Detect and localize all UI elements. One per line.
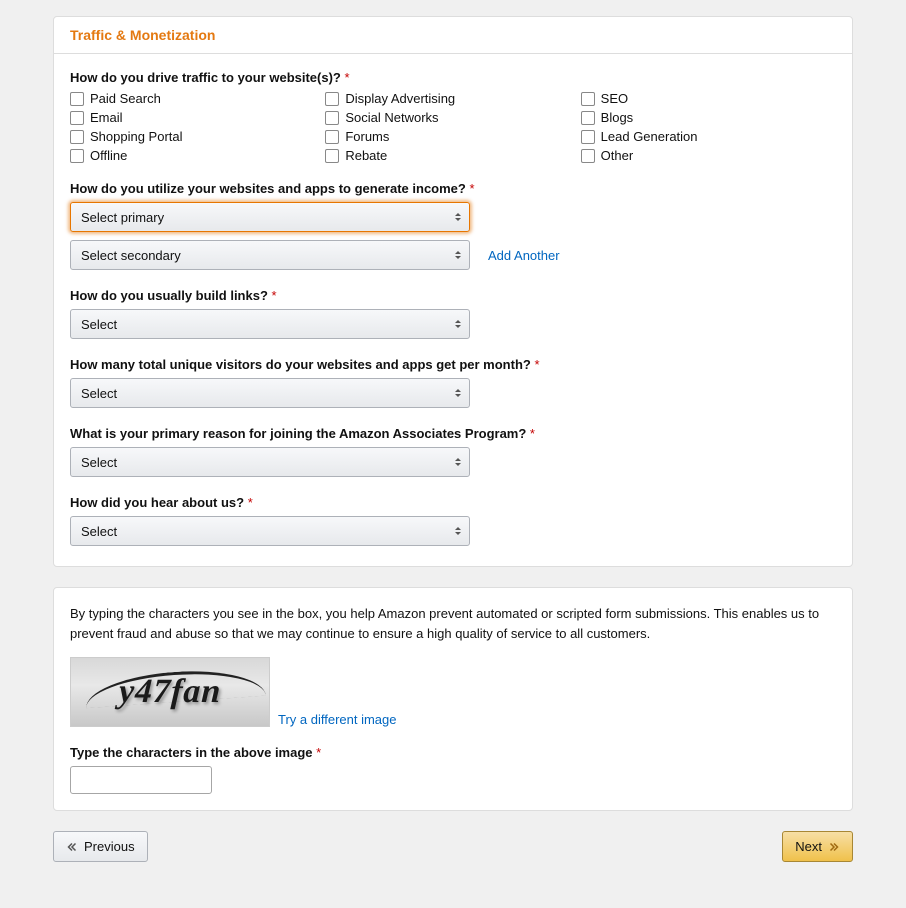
next-button[interactable]: Next [782, 831, 853, 862]
traffic-checkbox[interactable] [581, 92, 595, 106]
hear-select[interactable]: Select [70, 516, 470, 546]
traffic-checkbox-item: Offline [70, 148, 325, 163]
traffic-checkbox[interactable] [70, 149, 84, 163]
next-button-label: Next [795, 839, 822, 854]
traffic-checkbox[interactable] [325, 149, 339, 163]
traffic-checkbox-label[interactable]: Other [601, 148, 634, 163]
traffic-checkbox-label[interactable]: Email [90, 110, 123, 125]
required-indicator: * [530, 426, 535, 441]
required-indicator: * [272, 288, 277, 303]
required-indicator: * [345, 70, 350, 85]
traffic-checkbox-item: Social Networks [325, 110, 580, 125]
panel-header: Traffic & Monetization [54, 17, 852, 54]
reason-select[interactable]: Select [70, 447, 470, 477]
traffic-checkbox-item: Rebate [325, 148, 580, 163]
traffic-checkbox[interactable] [581, 149, 595, 163]
add-another-link[interactable]: Add Another [488, 248, 560, 263]
traffic-checkbox-item: Lead Generation [581, 129, 836, 144]
income-secondary-select-wrap: Select secondary [70, 240, 470, 270]
captcha-intro-text: By typing the characters you see in the … [70, 604, 836, 643]
traffic-checkbox[interactable] [325, 130, 339, 144]
try-different-image-link[interactable]: Try a different image [278, 712, 397, 727]
income-primary-select[interactable]: Select primary [70, 202, 470, 232]
hear-question-label: How did you hear about us? * [70, 495, 836, 510]
traffic-checkbox-label[interactable]: Rebate [345, 148, 387, 163]
traffic-question-label: How do you drive traffic to your website… [70, 70, 836, 85]
income-question-label: How do you utilize your websites and app… [70, 181, 836, 196]
traffic-checkbox-label[interactable]: Forums [345, 129, 389, 144]
income-secondary-select[interactable]: Select secondary [70, 240, 470, 270]
previous-button[interactable]: Previous [53, 831, 148, 862]
reason-select-wrap: Select [70, 447, 470, 477]
traffic-checkbox-label[interactable]: SEO [601, 91, 628, 106]
traffic-monetization-panel: Traffic & Monetization How do you drive … [53, 16, 853, 567]
required-indicator: * [316, 745, 321, 760]
panel-title: Traffic & Monetization [70, 27, 215, 43]
traffic-checkbox-label[interactable]: Shopping Portal [90, 129, 183, 144]
previous-button-label: Previous [84, 839, 135, 854]
build-links-select-wrap: Select [70, 309, 470, 339]
traffic-checkbox-item: SEO [581, 91, 836, 106]
chevron-left-double-icon [66, 841, 78, 853]
chevron-right-double-icon [828, 841, 840, 853]
hear-select-wrap: Select [70, 516, 470, 546]
traffic-checkbox-item: Blogs [581, 110, 836, 125]
build-links-select[interactable]: Select [70, 309, 470, 339]
captcha-input[interactable] [70, 766, 212, 794]
traffic-checkbox-item: Forums [325, 129, 580, 144]
traffic-checkbox[interactable] [581, 130, 595, 144]
navigation-button-bar: Previous Next [53, 831, 853, 862]
traffic-checkbox-label[interactable]: Paid Search [90, 91, 161, 106]
visitors-select[interactable]: Select [70, 378, 470, 408]
traffic-checkbox-label[interactable]: Social Networks [345, 110, 438, 125]
traffic-checkbox[interactable] [70, 130, 84, 144]
traffic-checkbox-item: Display Advertising [325, 91, 580, 106]
required-indicator: * [248, 495, 253, 510]
traffic-checkbox-label[interactable]: Lead Generation [601, 129, 698, 144]
required-indicator: * [534, 357, 539, 372]
traffic-checkbox-grid: Paid Search Display Advertising SEO Email So… [70, 91, 836, 163]
traffic-checkbox-item: Other [581, 148, 836, 163]
traffic-checkbox-label[interactable]: Offline [90, 148, 127, 163]
traffic-checkbox[interactable] [325, 111, 339, 125]
visitors-select-wrap: Select [70, 378, 470, 408]
traffic-checkbox[interactable] [581, 111, 595, 125]
required-indicator: * [469, 181, 474, 196]
traffic-checkbox-label[interactable]: Display Advertising [345, 91, 455, 106]
build-links-question-label: How do you usually build links? * [70, 288, 836, 303]
captcha-input-label: Type the characters in the above image * [70, 745, 836, 760]
traffic-checkbox-item: Email [70, 110, 325, 125]
reason-question-label: What is your primary reason for joining … [70, 426, 836, 441]
traffic-checkbox[interactable] [70, 111, 84, 125]
traffic-checkbox[interactable] [325, 92, 339, 106]
traffic-checkbox[interactable] [70, 92, 84, 106]
income-primary-select-wrap: Select primary [70, 202, 470, 232]
traffic-checkbox-item: Shopping Portal [70, 129, 325, 144]
traffic-checkbox-label[interactable]: Blogs [601, 110, 634, 125]
traffic-checkbox-item: Paid Search [70, 91, 325, 106]
captcha-image: y47fan [70, 657, 270, 727]
captcha-panel: By typing the characters you see in the … [53, 587, 853, 811]
visitors-question-label: How many total unique visitors do your w… [70, 357, 836, 372]
